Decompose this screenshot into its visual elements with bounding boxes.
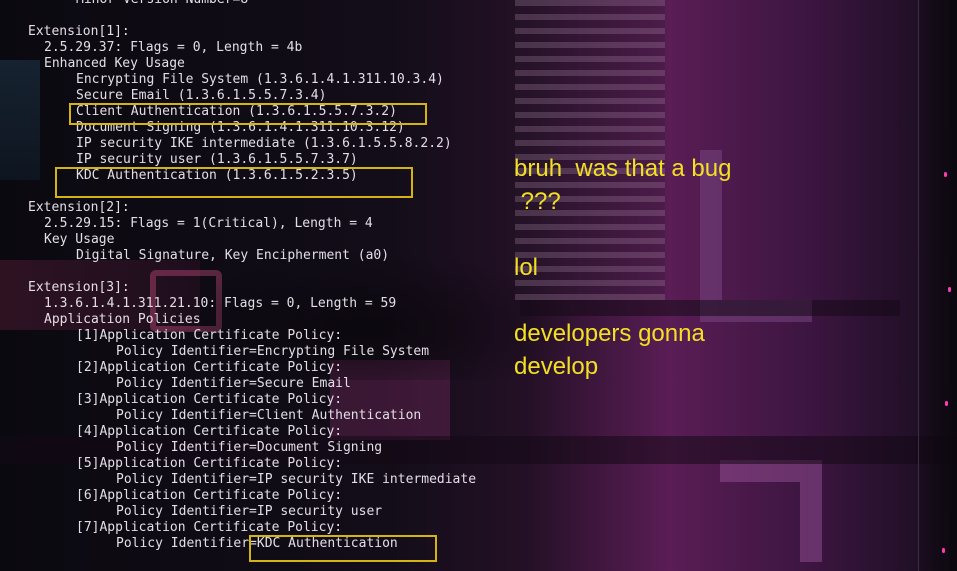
terminal-line: Key Usage xyxy=(44,232,115,247)
chat-message-bug-question: bruh was that a bug xyxy=(514,155,732,182)
terminal-line: [5]Application Certificate Policy: xyxy=(76,456,343,471)
terminal-line: Extension[3]: xyxy=(28,280,130,295)
screenshot-stage: Minor Version Number=8 Extension[1]: 2.5… xyxy=(0,0,957,571)
chat-message-develop: develop xyxy=(514,353,599,380)
terminal-line: [3]Application Certificate Policy: xyxy=(76,392,343,407)
terminal-line: [1]Application Certificate Policy: xyxy=(76,328,343,343)
terminal-line: 2.5.29.37: Flags = 0, Length = 4b xyxy=(44,40,303,55)
terminal-line: [4]Application Certificate Policy: xyxy=(76,424,343,439)
falling-petal-icon xyxy=(945,401,948,406)
terminal-line: Policy Identifier=IP security IKE interm… xyxy=(116,472,477,487)
terminal-line: Policy Identifier=Client Authentication xyxy=(116,408,422,423)
terminal-line: Extension[1]: xyxy=(28,24,130,39)
window-right-edge xyxy=(918,0,957,571)
background-horizontal-bar-short xyxy=(520,300,900,316)
terminal-line: Policy Identifier=Document Signing xyxy=(116,440,383,455)
background-large-glyph-bottom xyxy=(720,460,822,562)
terminal-line: 1.3.6.1.4.1.311.21.10: Flags = 0, Length… xyxy=(44,296,397,311)
chat-message-question-marks: ??? xyxy=(514,188,561,215)
terminal-line: [7]Application Certificate Policy: xyxy=(76,520,343,535)
falling-petal-icon xyxy=(942,548,945,553)
terminal-output: Minor Version Number=8 Extension[1]: 2.5… xyxy=(0,0,476,551)
terminal-line: IP security user (1.3.6.1.5.5.7.3.7) xyxy=(76,152,358,167)
terminal-line: Encrypting File System (1.3.6.1.4.1.311.… xyxy=(76,72,444,87)
terminal-line: Digital Signature, Key Encipherment (a0) xyxy=(76,248,390,263)
terminal-line: Secure Email (1.3.6.1.5.5.7.3.4) xyxy=(76,88,327,103)
highlight-box-kdc-policy-identifier xyxy=(249,535,437,562)
terminal-line: Extension[2]: xyxy=(28,200,130,215)
chat-message-lol: lol xyxy=(514,254,539,281)
chat-message-developers: developers gonna xyxy=(514,320,705,347)
highlight-box-client-authentication xyxy=(69,103,427,125)
terminal-line: Policy Identifier=IP security user xyxy=(116,504,383,519)
falling-petal-icon xyxy=(948,287,951,292)
highlight-box-kdc-authentication xyxy=(55,167,413,198)
falling-petal-icon xyxy=(944,172,947,177)
terminal-line: Policy Identifier=Encrypting File System xyxy=(116,344,430,359)
terminal-line: [2]Application Certificate Policy: xyxy=(76,360,343,375)
terminal-line: IP security IKE intermediate (1.3.6.1.5.… xyxy=(76,136,452,151)
terminal-line: Policy Identifier=Secure Email xyxy=(116,376,351,391)
terminal-line: Enhanced Key Usage xyxy=(44,56,185,71)
terminal-line: Minor Version Number=8 xyxy=(76,0,248,8)
terminal-line: Application Policies xyxy=(44,312,201,327)
terminal-line: [6]Application Certificate Policy: xyxy=(76,488,343,503)
terminal-line: 2.5.29.15: Flags = 1(Critical), Length =… xyxy=(44,216,373,231)
